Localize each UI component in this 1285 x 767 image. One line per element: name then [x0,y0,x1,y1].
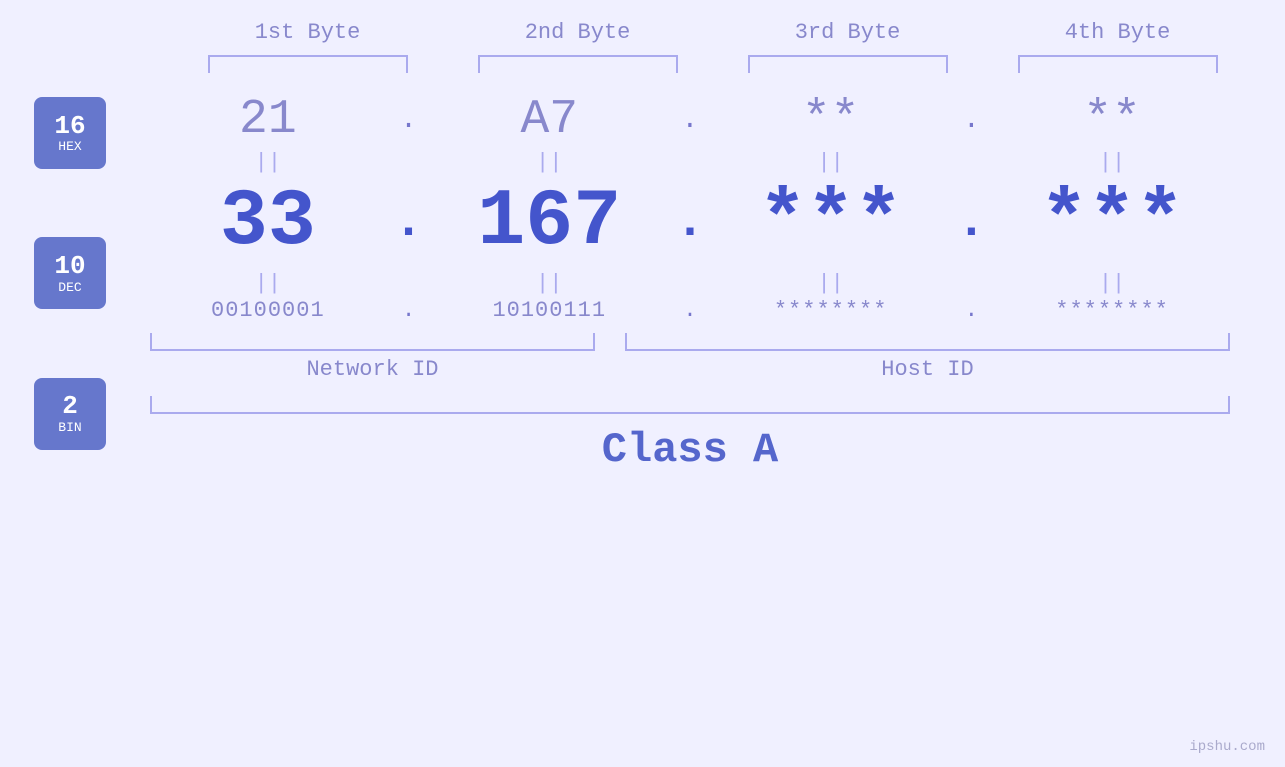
bin-byte2-cell: 10100111 [439,298,659,323]
watermark: ipshu.com [1189,739,1265,755]
eq2: || [439,150,659,175]
bin-badge-label: BIN [58,421,81,435]
hex-byte1-cell: 21 [158,93,378,147]
hex-value-row: 21 . A7 . ** . ** [140,93,1240,147]
byte-headers-row: 1st Byte 2nd Byte 3rd Byte 4th Byte [173,20,1253,45]
byte4-header: 4th Byte [1008,20,1228,45]
bin-dot1: . [394,298,424,323]
eq4: || [1002,150,1222,175]
network-id-label: Network ID [150,357,595,382]
dec-badge-label: DEC [58,281,81,295]
byte3-header: 3rd Byte [738,20,958,45]
bottom-brackets-row [140,333,1240,351]
dec-byte2-cell: 167 [439,177,659,268]
hex-badge-number: 16 [54,112,85,141]
dec-badge: 10 DEC [34,237,106,309]
dec-byte4-cell: *** [1002,177,1222,268]
eq8: || [1002,271,1222,296]
bin-byte1-cell: 00100001 [158,298,378,323]
hex-byte3-value: ** [802,93,860,147]
bin-byte1-value: 00100001 [211,298,325,323]
bracket-top-1 [208,55,408,73]
bin-badge: 2 BIN [34,378,106,450]
dec-byte4-value: *** [1040,177,1184,268]
hex-dot1: . [394,105,424,136]
bin-byte3-value: ******** [774,298,888,323]
dec-byte3-cell: *** [721,177,941,268]
hex-byte3-cell: ** [721,93,941,147]
eq5: || [158,271,378,296]
bracket-full [150,396,1230,414]
byte2-header: 2nd Byte [468,20,688,45]
dec-dot1: . [394,194,424,251]
top-brackets-row [173,55,1253,73]
section-labels-row: Network ID Host ID [140,357,1240,382]
bin-byte4-value: ******** [1055,298,1169,323]
hex-badge-label: HEX [58,140,81,154]
bin-value-row: 00100001 . 10100111 . ******** . *******… [140,298,1240,323]
dec-badge-number: 10 [54,252,85,281]
rows-content: 21 . A7 . ** . ** || || [140,73,1280,474]
bin-byte4-cell: ******** [1002,298,1222,323]
dec-value-row: 33 . 167 . *** . *** [140,177,1240,268]
bin-byte3-cell: ******** [721,298,941,323]
dec-byte2-value: 167 [477,177,621,268]
byte1-header: 1st Byte [198,20,418,45]
dec-byte3-value: *** [759,177,903,268]
hex-badge: 16 HEX [34,97,106,169]
bracket-top-3 [748,55,948,73]
hex-byte4-value: ** [1083,93,1141,147]
bracket-bottom-host [625,333,1230,351]
bin-badge-number: 2 [62,392,78,421]
bracket-bottom-network [150,333,595,351]
rows-wrapper: 16 HEX 10 DEC 2 BIN 21 . A7 [0,73,1285,474]
hex-byte1-value: 21 [239,93,297,147]
bin-dot2: . [675,298,705,323]
dec-byte1-value: 33 [220,177,316,268]
full-bracket-row [140,396,1240,414]
hex-byte2-cell: A7 [439,93,659,147]
bracket-top-2 [478,55,678,73]
main-container: 1st Byte 2nd Byte 3rd Byte 4th Byte 16 H… [0,0,1285,767]
hex-byte2-value: A7 [520,93,578,147]
badges-column: 16 HEX 10 DEC 2 BIN [0,73,140,474]
dec-byte1-cell: 33 [158,177,378,268]
eq1: || [158,150,378,175]
dec-dot2: . [675,194,705,251]
hex-dot3: . [956,105,986,136]
equals-row-2: || || || || [140,268,1240,298]
dec-dot3: . [956,194,986,251]
equals-row-1: || || || || [140,147,1240,177]
hex-dot2: . [675,105,705,136]
bin-dot3: . [956,298,986,323]
bin-byte2-value: 10100111 [492,298,606,323]
eq6: || [439,271,659,296]
class-label: Class A [140,426,1240,474]
eq7: || [721,271,941,296]
host-id-label: Host ID [625,357,1230,382]
hex-byte4-cell: ** [1002,93,1222,147]
eq3: || [721,150,941,175]
bracket-top-4 [1018,55,1218,73]
